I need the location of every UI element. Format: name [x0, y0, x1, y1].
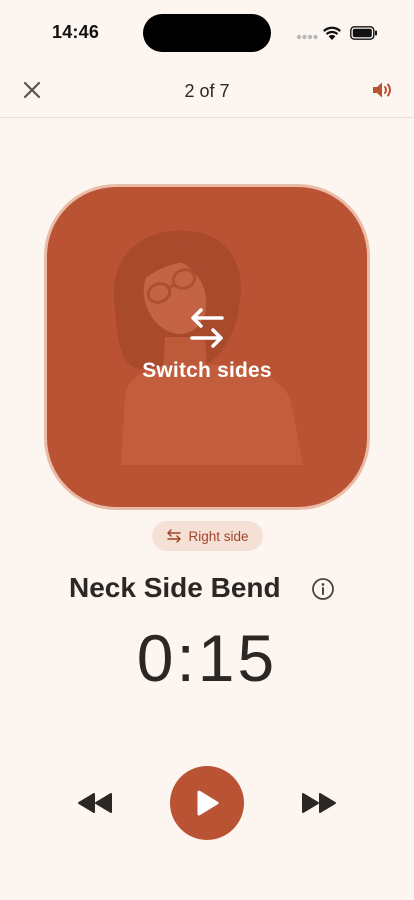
- fast-forward-icon: [302, 793, 336, 813]
- speaker-icon: [373, 82, 391, 98]
- exercise-progress: 2 of 7: [184, 81, 230, 101]
- exercise-player-screen: 14:46 2 of 7 Switch sides Right side Nec…: [0, 0, 414, 900]
- swap-arrows-icon: [190, 308, 224, 348]
- side-indicator-chip: Right side: [152, 521, 263, 551]
- cellular-signal-icon: [296, 34, 318, 40]
- dynamic-island: [143, 14, 271, 52]
- exercise-title-row: Neck Side Bend: [0, 572, 414, 608]
- exercise-illustration-card: Switch sides: [44, 184, 370, 510]
- side-indicator-label: Right side: [188, 528, 249, 544]
- sound-toggle-button[interactable]: [368, 75, 398, 105]
- rewind-icon: [78, 793, 112, 813]
- switch-sides-text: Switch sides: [142, 359, 272, 382]
- status-time: 14:46: [52, 22, 100, 42]
- status-bar: 14:46: [0, 0, 414, 62]
- previous-exercise-button[interactable]: [74, 788, 116, 818]
- info-icon: [312, 578, 334, 600]
- countdown-timer: 0:15: [136, 621, 278, 695]
- play-button[interactable]: [170, 766, 244, 840]
- battery-icon: [350, 26, 377, 40]
- swap-arrows-icon: [167, 529, 182, 543]
- exercise-title: Neck Side Bend: [69, 572, 281, 603]
- play-icon: [197, 790, 219, 816]
- wifi-icon: [323, 26, 341, 40]
- next-exercise-button[interactable]: [298, 788, 340, 818]
- top-bar: 2 of 7: [0, 62, 414, 118]
- switch-sides-overlay: Switch sides: [47, 307, 367, 383]
- exercise-illustration: Switch sides: [47, 187, 367, 507]
- info-button[interactable]: [310, 576, 336, 602]
